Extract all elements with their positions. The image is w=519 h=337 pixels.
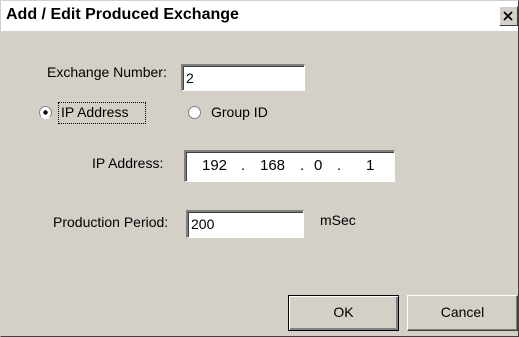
ip-address-radio[interactable] — [39, 106, 52, 119]
group-id-radio-label[interactable]: Group ID — [211, 104, 268, 120]
dialog-window: Add / Edit Produced Exchange Exchange Nu… — [0, 0, 519, 337]
ip-octet-1[interactable]: 192 — [202, 157, 227, 174]
exchange-number-input[interactable]: 2 — [181, 64, 305, 91]
close-icon — [503, 11, 513, 21]
close-button[interactable] — [499, 6, 518, 26]
radio-unselected-icon — [188, 106, 201, 119]
ip-octet-3[interactable]: 0 — [314, 157, 322, 174]
ip-octet-4[interactable]: 1 — [366, 157, 374, 174]
window-title: Add / Edit Produced Exchange — [6, 6, 239, 23]
ip-address-input[interactable]: 192 . 168 . 0 . 1 — [184, 150, 395, 182]
dialog-body: Exchange Number: 2 IP Address Group ID I… — [1, 31, 518, 336]
ok-button[interactable]: OK — [288, 295, 399, 331]
ip-octet-2[interactable]: 168 — [260, 157, 285, 174]
ip-address-radio-label[interactable]: IP Address — [61, 104, 128, 120]
exchange-number-label: Exchange Number: — [47, 64, 167, 80]
cancel-button[interactable]: Cancel — [407, 295, 518, 331]
title-bar[interactable]: Add / Edit Produced Exchange — [1, 1, 518, 31]
ip-address-label: IP Address: — [92, 155, 164, 171]
production-period-unit: mSec — [320, 212, 356, 228]
ip-separator: . — [241, 157, 246, 174]
production-period-label: Production Period: — [53, 214, 169, 230]
ip-separator: . — [300, 157, 305, 174]
ip-separator: . — [337, 157, 342, 174]
radio-selected-icon — [39, 106, 52, 119]
production-period-input[interactable]: 200 — [186, 210, 304, 238]
group-id-radio[interactable] — [188, 106, 201, 119]
